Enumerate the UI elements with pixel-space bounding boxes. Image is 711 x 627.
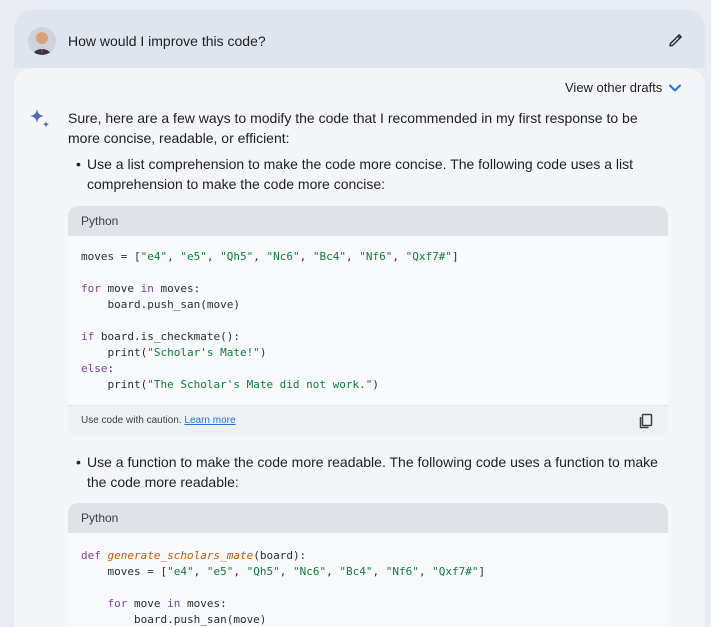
code-footer: Use code with caution. Learn more — [68, 405, 668, 436]
copy-icon[interactable] — [638, 413, 654, 429]
bullet-text: Use a list comprehension to make the cod… — [87, 156, 634, 192]
view-other-drafts-button[interactable]: View other drafts — [565, 80, 662, 95]
code-function: generate_scholars_mate — [107, 549, 254, 562]
code-line: moves = ["e4", "e5", "Qh5", "Nc6", "Bc4"… — [81, 565, 486, 578]
code-string: "Bc4" — [312, 250, 346, 263]
code-line: board.push_san(move) — [81, 298, 240, 311]
code-string: "Qxf7#" — [405, 250, 452, 263]
code-string: "e4" — [140, 250, 168, 263]
code-line: if board.is_checkmate(): — [81, 330, 240, 343]
bullet-text: Use a function to make the code more rea… — [87, 454, 658, 490]
code-string: "Qh5" — [220, 250, 254, 263]
caution-label: Use code with caution. — [81, 415, 182, 426]
code-line: print("The Scholar's Mate did not work."… — [81, 378, 380, 391]
code-string: "e5" — [180, 250, 207, 263]
code-keyword: for — [81, 282, 101, 295]
code-string: "Nf6" — [385, 565, 419, 578]
code-string: "Qxf7#" — [432, 565, 479, 578]
code-body: moves = ["e4", "e5", "Qh5", "Nc6", "Bc4"… — [68, 236, 668, 393]
code-caution-text: Use code with caution. Learn more — [81, 415, 236, 426]
pencil-icon[interactable] — [667, 33, 683, 49]
code-line: for move in moves: — [107, 597, 227, 610]
bullet-marker: • — [76, 454, 81, 470]
code-string: "e5" — [206, 565, 234, 578]
code-string: "Nc6" — [292, 565, 327, 578]
code-keyword: if — [81, 330, 95, 343]
user-prompt-text: How would I improve this code? — [68, 33, 266, 49]
code-line: else: — [81, 362, 115, 375]
code-line: print("Scholar's Mate!") — [81, 346, 267, 359]
code-keyword: in — [140, 282, 154, 295]
chevron-down-icon[interactable] — [668, 82, 682, 94]
code-language-label: Python — [68, 206, 668, 236]
code-line: for move in moves: — [81, 282, 201, 295]
code-keyword: for — [107, 597, 128, 610]
code-string: "The Scholar's Mate did not work." — [147, 378, 373, 391]
code-keyword: in — [167, 597, 181, 610]
learn-more-link[interactable]: Learn more — [184, 415, 235, 426]
code-string: "Nf6" — [359, 250, 393, 263]
response-intro: Sure, here are a few ways to modify the … — [68, 110, 638, 146]
code-body: def generate_scholars_mate(board): moves… — [68, 533, 668, 627]
code-string: "Scholar's Mate!" — [147, 346, 260, 359]
sparkle-icon — [30, 109, 50, 128]
code-string: "e4" — [167, 565, 194, 578]
bullet-marker: • — [76, 156, 81, 172]
code-string: "Bc4" — [339, 565, 373, 578]
code-line: def generate_scholars_mate(board): — [81, 549, 307, 562]
chat-window: How would I improve this code? View othe… — [0, 0, 711, 627]
code-block: Python def generate_scholars_mate(board)… — [68, 503, 668, 627]
code-language-label: Python — [68, 503, 668, 533]
code-string: "Nc6" — [266, 250, 300, 263]
code-string: "Qh5" — [246, 565, 280, 578]
code-keyword: else — [81, 362, 108, 375]
code-block: Python moves = ["e4", "e5", "Qh5", "Nc6"… — [68, 206, 668, 436]
code-line: moves = ["e4", "e5", "Qh5", "Nc6", "Bc4"… — [81, 250, 459, 263]
code-keyword: def — [81, 549, 101, 562]
code-line: board.push_san(move) — [81, 613, 267, 626]
avatar — [28, 27, 56, 55]
